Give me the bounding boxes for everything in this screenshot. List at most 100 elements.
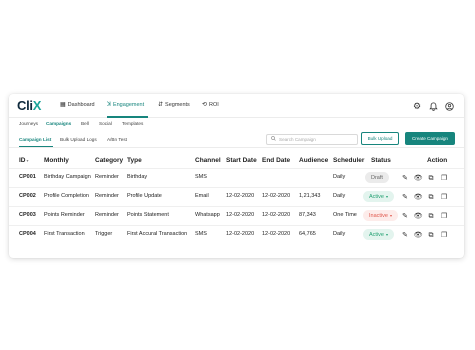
nav-roi[interactable]: ⟲ ROI xyxy=(202,102,219,108)
segments-icon: ⇵ xyxy=(158,102,164,108)
chevron-down-icon: ▾ xyxy=(385,194,388,199)
cell-monthly: Birthday Campaign xyxy=(44,174,91,180)
status-dropdown[interactable]: Active ▾ xyxy=(363,191,394,202)
clix-logo[interactable]: CliX xyxy=(17,98,41,113)
column-header-status: Status xyxy=(371,157,391,164)
cell-audience: 64,765 xyxy=(299,231,316,237)
duplicate-icon[interactable]: ❐ xyxy=(440,231,448,239)
engagement-icon: ꓘ xyxy=(107,102,111,108)
cell-start-date: 12-02-2020 xyxy=(226,193,255,199)
cell-channel: SMS xyxy=(195,174,207,180)
column-header-id[interactable]: ID▾ xyxy=(19,157,29,164)
cell-type: Points Statement xyxy=(127,212,169,218)
top-navbar: CliX ▦ Dashboard ꓘ Engagement ⇵ Segments… xyxy=(9,94,464,118)
cell-id: CP004 xyxy=(19,231,36,237)
edit-icon[interactable]: ✎ xyxy=(401,212,409,220)
cell-scheduler: Daily xyxy=(333,193,346,199)
subtab-campaigns[interactable]: Campaigns xyxy=(46,121,71,126)
tab-bulk-upload-logs[interactable]: Bulk Upload Logs xyxy=(60,137,97,142)
chevron-down-icon: ▾ xyxy=(389,213,392,218)
copy-icon[interactable]: ⧉ xyxy=(427,193,435,201)
cell-start-date: 12-02-2020 xyxy=(226,231,255,237)
table-row: CP002 Profile Completion Reminder Profil… xyxy=(9,187,464,206)
campaign-panel: CliX ▦ Dashboard ꓘ Engagement ⇵ Segments… xyxy=(9,94,464,258)
search-input[interactable] xyxy=(279,137,357,142)
sort-icon: ▾ xyxy=(26,158,29,163)
tab-abn-test[interactable]: A/Bn Test xyxy=(107,137,127,142)
subtab-templates[interactable]: Templates xyxy=(122,121,143,126)
column-header-start-date: Start Date xyxy=(226,157,257,164)
table-row: CP003 Points Reminder Reminder Points St… xyxy=(9,206,464,225)
cell-monthly: Profile Completion xyxy=(44,193,89,199)
search-icon xyxy=(271,136,276,143)
copy-icon[interactable]: ⧉ xyxy=(427,174,435,182)
nav-active-underline xyxy=(107,116,148,118)
table-row: CP004 First Transaction Trigger First Ac… xyxy=(9,225,464,244)
tab-active-underline xyxy=(19,146,53,148)
cell-monthly: First Transaction xyxy=(44,231,85,237)
column-header-scheduler: Scheduler xyxy=(333,157,365,164)
cell-scheduler: Daily xyxy=(333,231,346,237)
column-header-channel: Channel xyxy=(195,157,221,164)
edit-icon[interactable]: ✎ xyxy=(401,193,409,201)
create-campaign-button[interactable]: Create Campaign xyxy=(405,132,455,145)
duplicate-icon[interactable]: ❐ xyxy=(440,174,448,182)
cell-start-date: 12-02-2020 xyxy=(226,212,255,218)
cell-end-date: 12-02-2020 xyxy=(262,231,291,237)
cell-category: Reminder xyxy=(95,212,119,218)
campaign-toolbar: Campaign List Bulk Upload Logs A/Bn Test… xyxy=(9,131,464,148)
tab-campaign-list[interactable]: Campaign List xyxy=(19,137,51,142)
cell-end-date: 12-02-2020 xyxy=(262,212,291,218)
bell-icon[interactable] xyxy=(428,101,438,111)
dashboard-icon: ▦ xyxy=(60,102,66,108)
subtab-journeys[interactable]: Journeys xyxy=(19,121,38,126)
column-header-audience: Audience xyxy=(299,157,329,164)
cell-category: Reminder xyxy=(95,174,119,180)
subtab-bell[interactable]: Bell xyxy=(81,121,89,126)
copy-icon[interactable]: ⧉ xyxy=(427,231,435,239)
cell-id: CP002 xyxy=(19,193,36,199)
cell-scheduler: One Time xyxy=(333,212,357,218)
status-dropdown[interactable]: Active ▾ xyxy=(363,229,394,240)
cell-id: CP003 xyxy=(19,212,36,218)
cell-id: CP001 xyxy=(19,174,36,180)
cell-end-date: 12-02-2020 xyxy=(262,193,291,199)
status-dropdown[interactable]: Inactive ▾ xyxy=(363,210,398,221)
search-campaign-box[interactable] xyxy=(266,134,358,145)
engagement-subtabs: Journeys Campaigns Bell Social Templates xyxy=(9,119,464,131)
cell-category: Trigger xyxy=(95,231,113,237)
nav-segments[interactable]: ⇵ Segments xyxy=(158,102,190,108)
table-row: CP001 Birthday Campaign Reminder Birthda… xyxy=(9,168,464,187)
column-header-action: Action xyxy=(427,157,448,164)
column-header-category: Category xyxy=(95,157,124,164)
nav-dashboard[interactable]: ▦ Dashboard xyxy=(60,102,95,108)
gear-icon[interactable]: ⚙ xyxy=(412,101,422,111)
nav-engagement[interactable]: ꓘ Engagement xyxy=(107,102,144,108)
cell-audience: 87,343 xyxy=(299,212,316,218)
cell-channel: Email xyxy=(195,193,209,199)
cell-monthly: Points Reminder xyxy=(44,212,85,218)
cell-type: First Accural Transaction xyxy=(127,231,188,237)
view-icon[interactable]: 👁 xyxy=(414,231,423,239)
duplicate-icon[interactable]: ❐ xyxy=(440,193,448,201)
cell-audience: 1,21,343 xyxy=(299,193,321,199)
chevron-down-icon: ▾ xyxy=(385,232,388,237)
edit-icon[interactable]: ✎ xyxy=(401,174,409,182)
subtab-social[interactable]: Social xyxy=(99,121,112,126)
column-header-monthly: Monthly xyxy=(44,157,69,164)
column-header-end-date: End Date xyxy=(262,157,291,164)
roi-icon: ⟲ xyxy=(202,102,208,108)
copy-icon[interactable]: ⧉ xyxy=(427,212,435,220)
cell-scheduler: Daily xyxy=(333,174,346,180)
view-icon[interactable]: 👁 xyxy=(414,212,423,220)
column-header-type: Type xyxy=(127,157,142,164)
status-badge[interactable]: Draft xyxy=(365,172,389,183)
duplicate-icon[interactable]: ❐ xyxy=(440,212,448,220)
view-icon[interactable]: 👁 xyxy=(414,193,423,201)
bulk-upload-button[interactable]: Bulk Upload xyxy=(361,132,399,145)
user-icon[interactable] xyxy=(444,101,454,111)
cell-channel: SMS xyxy=(195,231,207,237)
view-icon[interactable]: 👁 xyxy=(414,174,423,182)
edit-icon[interactable]: ✎ xyxy=(401,231,409,239)
cell-type: Birthday xyxy=(127,174,148,180)
